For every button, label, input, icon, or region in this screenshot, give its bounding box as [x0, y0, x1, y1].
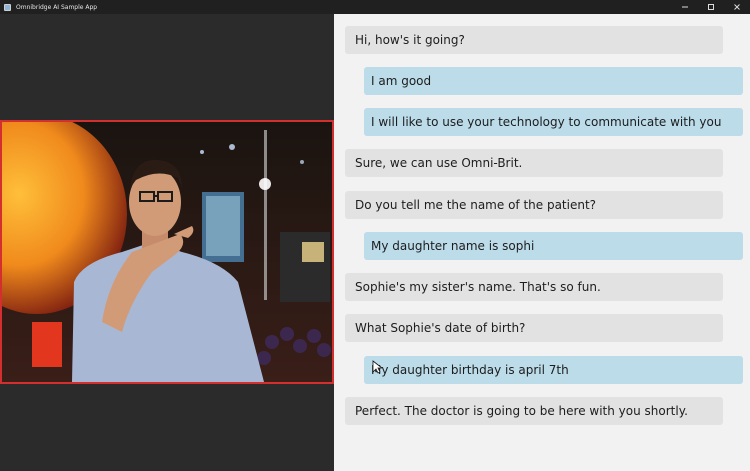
message-received: What Sophie's date of birth? [345, 314, 723, 342]
video-pane [0, 14, 334, 471]
close-button[interactable] [724, 0, 750, 14]
video-feed[interactable] [0, 120, 334, 384]
title-bar: Omnibridge AI Sample App [0, 0, 750, 14]
app-icon [4, 3, 11, 11]
minimize-icon [682, 6, 688, 8]
mouse-cursor-icon [372, 360, 382, 374]
message-received: Sophie's my sister's name. That's so fun… [345, 273, 723, 301]
message-sent: I am good [364, 67, 743, 95]
message-sent: I will like to use your technology to co… [364, 108, 743, 136]
signer-video-frame [2, 122, 332, 382]
close-icon [734, 4, 740, 10]
message-received: Sure, we can use Omni-Brit. [345, 149, 723, 177]
message-received: Do you tell me the name of the patient? [345, 191, 723, 219]
message-sent: My daughter birthday is april 7th [364, 356, 743, 384]
maximize-button[interactable] [698, 0, 724, 14]
message-sent: My daughter name is sophi [364, 232, 743, 260]
message-received: Hi, how's it going? [345, 26, 723, 54]
window-title: Omnibridge AI Sample App [16, 3, 98, 11]
maximize-icon [708, 4, 714, 10]
chat-panel[interactable]: Hi, how's it going? I am good I will lik… [334, 14, 750, 471]
message-received: Perfect. The doctor is going to be here … [345, 397, 723, 425]
minimize-button[interactable] [672, 0, 698, 14]
window-controls [672, 0, 750, 14]
